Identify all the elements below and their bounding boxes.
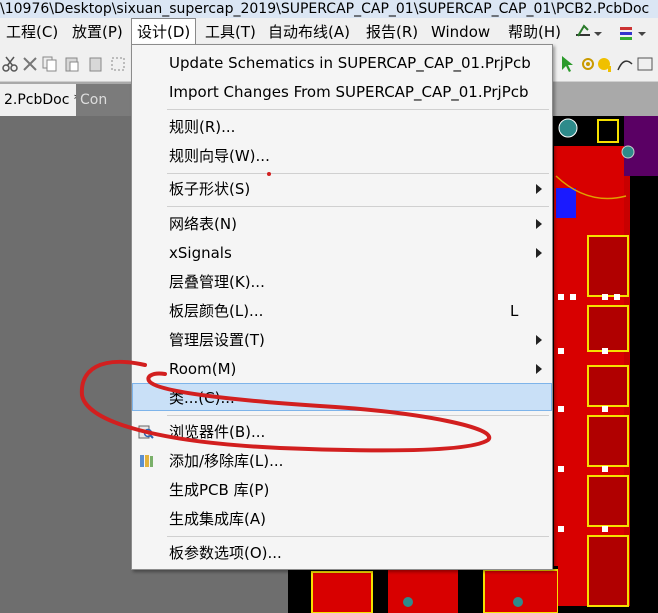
menu-item-add-remove-library[interactable]: 添加/移除库(L)... (132, 447, 552, 475)
cut-icon[interactable] (22, 56, 38, 72)
menu-item-label: 规则向导(W)... (169, 147, 270, 165)
select-icon[interactable] (110, 56, 126, 72)
menu-item-label: 板子形状(S) (169, 180, 251, 198)
menu-item-label: xSignals (169, 244, 232, 262)
menu-item-xsignals[interactable]: xSignals (132, 239, 552, 267)
paste-special-icon[interactable] (88, 56, 104, 72)
paste-icon[interactable] (64, 56, 80, 72)
menu-item-rules-wizard[interactable]: 规则向导(W)... (132, 142, 552, 170)
menu-toolbar-icons[interactable] (576, 24, 656, 42)
menu-item-label: 板层颜色(L)... (169, 302, 264, 320)
menu-tools[interactable]: 工具(T) (205, 18, 256, 47)
menu-item-label: 生成集成库(A) (169, 510, 266, 528)
menu-reports[interactable]: 报告(R) (366, 18, 418, 47)
menu-design[interactable]: 设计(D) (131, 18, 197, 47)
menu-item-label: 生成PCB 库(P) (169, 481, 270, 499)
pcb-canvas-bottom[interactable] (288, 566, 558, 613)
menu-item-label: Room(M) (169, 360, 237, 378)
submenu-arrow-icon (536, 248, 542, 258)
menu-window[interactable]: Window (431, 18, 490, 47)
menu-project[interactable]: 工程(C) (6, 18, 58, 47)
tab-pcbdoc[interactable]: 2.PcbDoc * (0, 84, 81, 116)
submenu-arrow-icon (536, 364, 542, 374)
pcb-layout-graphic (548, 116, 658, 613)
menu-item-label: Update Schematics in SUPERCAP_CAP_01.Prj… (169, 54, 531, 72)
copy-icon[interactable] (42, 56, 58, 72)
menu-item-rules[interactable]: 规则(R)... (132, 113, 552, 141)
menu-item-label: Import Changes From SUPERCAP_CAP_01.PrjP… (169, 83, 529, 101)
menu-item-label: 网络表(N) (169, 215, 237, 233)
menu-item-room[interactable]: Room(M) (132, 355, 552, 383)
menu-item-label: 类...(C)... (169, 389, 235, 407)
menu-item-netlist[interactable]: 网络表(N) (132, 210, 552, 238)
menu-item-manage-layer-sets[interactable]: 管理层设置(T) (132, 326, 552, 354)
menu-item-label: 管理层设置(T) (169, 331, 265, 349)
browse-components-icon (138, 425, 154, 439)
menu-item-label: 浏览器件(B)... (169, 423, 266, 441)
pcb-bottom-graphic (288, 566, 558, 613)
menu-item-board-layer-colors[interactable]: 板层颜色(L)... L (132, 297, 552, 325)
menu-separator (167, 415, 549, 416)
menu-separator (167, 536, 549, 537)
menu-item-import-changes[interactable]: Import Changes From SUPERCAP_CAP_01.PrjP… (132, 78, 552, 106)
menu-separator (167, 173, 549, 174)
menu-item-label: 层叠管理(K)... (169, 273, 265, 291)
menu-item-classes[interactable]: 类...(C)... (132, 383, 552, 411)
design-dropdown-menu: Update Schematics in SUPERCAP_CAP_01.Prj… (131, 44, 553, 570)
menu-separator (167, 109, 549, 110)
menu-autoroute[interactable]: 自动布线(A) (268, 18, 350, 47)
submenu-arrow-icon (536, 335, 542, 345)
pcb-canvas[interactable] (548, 116, 658, 613)
menu-item-board-shape[interactable]: 板子形状(S) (132, 175, 552, 203)
scissors-icon[interactable] (2, 56, 18, 72)
menu-item-browse-components[interactable]: 浏览器件(B)... (132, 418, 552, 446)
window-title: \10976\Desktop\sixuan_supercap_2019\SUPE… (0, 0, 658, 18)
menu-item-shortcut: L (510, 302, 519, 320)
menu-item-label: 板参数选项(O)... (169, 544, 282, 562)
right-toolbar-icons[interactable] (560, 54, 658, 74)
menu-item-layer-stack-manager[interactable]: 层叠管理(K)... (132, 268, 552, 296)
menu-item-board-options[interactable]: 板参数选项(O)... (132, 539, 552, 567)
menu-separator (167, 206, 549, 207)
menu-place[interactable]: 放置(P) (72, 18, 123, 47)
submenu-arrow-icon (536, 219, 542, 229)
menu-item-update-schematics[interactable]: Update Schematics in SUPERCAP_CAP_01.Prj… (132, 49, 552, 77)
menu-item-label: 添加/移除库(L)... (169, 452, 284, 470)
menu-item-make-integrated-library[interactable]: 生成集成库(A) (132, 505, 552, 533)
menu-help[interactable]: 帮助(H) (508, 18, 561, 47)
menu-item-make-pcb-library[interactable]: 生成PCB 库(P) (132, 476, 552, 504)
submenu-arrow-icon (536, 184, 542, 194)
menu-item-label: 规则(R)... (169, 118, 236, 136)
library-icon (140, 455, 153, 467)
